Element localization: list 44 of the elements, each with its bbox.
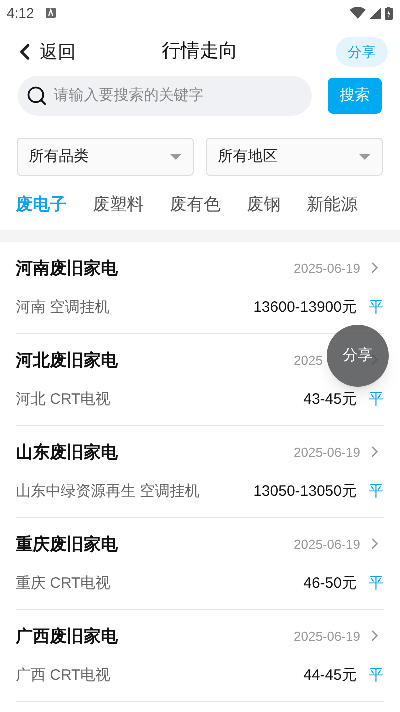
notification-icon [46, 8, 56, 18]
product-detail: 广西 CRT电视 [16, 666, 111, 686]
price-range: 13600-13900元 [254, 298, 357, 318]
search-input[interactable]: 请输入要搜索的关键字 [54, 84, 304, 108]
status-time: 4:12 [7, 4, 34, 22]
market-title: 河南废旧家电 [16, 258, 118, 280]
wifi-icon [350, 7, 366, 19]
product-detail: 山东中绿资源再生 空调挂机 [16, 482, 200, 502]
category-tab[interactable]: 废钢 [247, 192, 281, 218]
date-label: 2025 [294, 352, 323, 370]
battery-icon [385, 6, 393, 20]
page-title: 行情走向 [162, 40, 238, 64]
search-icon [26, 85, 48, 107]
search-field[interactable]: 请输入要搜索的关键字 [18, 76, 312, 116]
market-title: 广西废旧家电 [16, 626, 118, 648]
product-detail: 河南 空调挂机 [16, 298, 110, 318]
market-title: 重庆废旧家电 [16, 534, 118, 556]
filter-dropdown[interactable]: 所有地区 [206, 138, 383, 176]
category-tab[interactable]: 废有色 [170, 192, 221, 218]
trend-label: 平 [369, 390, 384, 410]
category-tab[interactable]: 废塑料 [93, 192, 144, 218]
trend-label: 平 [369, 666, 384, 686]
market-title: 山东废旧家电 [16, 442, 118, 464]
dropdown-caret-icon [359, 154, 371, 160]
date-label: 2025-06-19 [294, 260, 360, 278]
signal-icon [370, 8, 381, 18]
filter-dropdown[interactable]: 所有品类 [17, 138, 194, 176]
date-label: 2025-06-19 [294, 536, 360, 554]
back-button[interactable]: 返回 [12, 38, 76, 66]
date-label: 2025-06-19 [294, 444, 360, 462]
floating-share-button[interactable]: 分享 [327, 325, 389, 387]
category-tab[interactable]: 新能源 [307, 192, 358, 218]
price-range: 43-45元 [304, 390, 357, 410]
dropdown-caret-icon [170, 154, 182, 160]
price-range: 13050-13050元 [254, 482, 357, 502]
trend-label: 平 [369, 482, 384, 502]
date-label: 2025-06-19 [294, 628, 360, 646]
product-detail: 河北 CRT电视 [16, 390, 111, 410]
product-detail: 重庆 CRT电视 [16, 574, 111, 594]
trend-label: 平 [369, 298, 384, 318]
price-range: 44-45元 [304, 666, 357, 686]
price-range: 46-50元 [304, 574, 357, 594]
trend-label: 平 [369, 574, 384, 594]
market-title: 河北废旧家电 [16, 350, 118, 372]
